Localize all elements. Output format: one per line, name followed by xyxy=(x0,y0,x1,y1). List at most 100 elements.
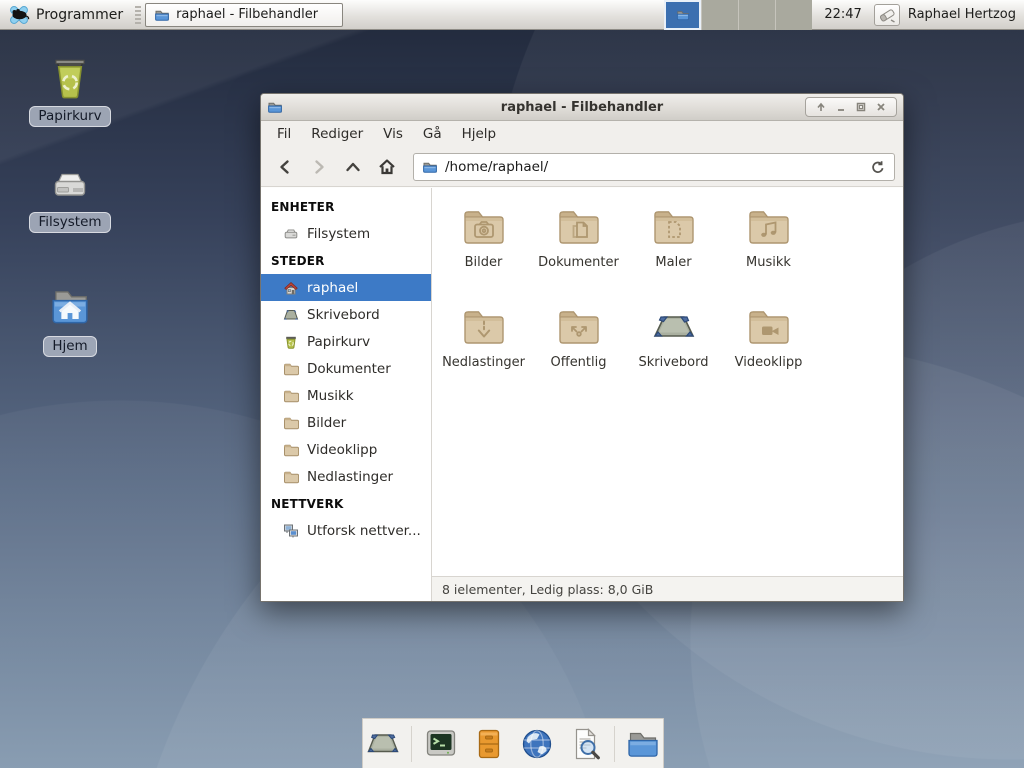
show-desktop-button[interactable] xyxy=(363,724,402,764)
file-search-launcher[interactable] xyxy=(566,724,605,764)
up-icon xyxy=(344,158,362,176)
folder-public-icon xyxy=(555,302,603,350)
file-item-musikk[interactable]: Musikk xyxy=(723,202,815,302)
sidebar-header-network: NETTVERK xyxy=(261,490,431,517)
file-cabinet-icon xyxy=(471,726,507,762)
taskbar-window-button[interactable]: raphael - Filbehandler xyxy=(145,3,343,27)
hard-drive-icon xyxy=(283,226,299,242)
menu-help[interactable]: Hjelp xyxy=(452,123,507,145)
desktop-icon-label: Hjem xyxy=(43,336,96,357)
menu-go[interactable]: Gå xyxy=(413,123,452,145)
file-cabinet-launcher[interactable] xyxy=(469,724,508,764)
desktop-icon-home[interactable]: Hjem xyxy=(15,280,125,357)
sidebar: ENHETER Filsystem STEDER raphael xyxy=(261,188,432,601)
workspace-1[interactable] xyxy=(664,0,701,30)
session-menu-button[interactable] xyxy=(874,4,900,26)
menu-bar: Fil Rediger Vis Gå Hjelp xyxy=(261,121,903,147)
menu-view[interactable]: Vis xyxy=(373,123,413,145)
workspace-2[interactable] xyxy=(701,0,738,30)
xfce-logo-icon xyxy=(8,4,30,26)
workspace-3[interactable] xyxy=(738,0,775,30)
status-bar: 8 ielementer, Ledig plass: 8,0 GiB xyxy=(432,576,903,601)
sidebar-item-raphael[interactable]: raphael xyxy=(261,274,431,301)
folder-templates-icon xyxy=(650,202,698,250)
file-search-icon xyxy=(567,726,603,762)
workspace-4[interactable] xyxy=(775,0,812,30)
desktop-icon xyxy=(283,307,299,323)
sidebar-item-papirkurv[interactable]: Papirkurv xyxy=(261,328,431,355)
sidebar-header-places: STEDER xyxy=(261,247,431,274)
up-button[interactable] xyxy=(337,152,369,182)
workspace-window-thumb xyxy=(675,8,691,22)
sidebar-item-nedlastinger[interactable]: Nedlastinger xyxy=(261,463,431,490)
window-controls xyxy=(805,97,897,117)
show-desktop-icon xyxy=(365,726,401,762)
folder-icon xyxy=(283,361,299,377)
bottom-dock xyxy=(362,718,664,768)
file-item-offentlig[interactable]: Offentlig xyxy=(533,302,625,402)
reload-icon[interactable] xyxy=(870,159,886,175)
hard-drive-icon xyxy=(44,160,96,208)
sidebar-item-dokumenter[interactable]: Dokumenter xyxy=(261,355,431,382)
toolbar: /home/raphael/ xyxy=(261,147,903,187)
panel-grip xyxy=(135,6,141,24)
globe-icon xyxy=(519,726,555,762)
location-path: /home/raphael/ xyxy=(445,159,863,175)
folder-downloads-icon xyxy=(460,302,508,350)
terminal-icon xyxy=(423,726,459,762)
folder-videos-icon xyxy=(745,302,793,350)
file-item-nedlastinger[interactable]: Nedlastinger xyxy=(438,302,530,402)
network-icon xyxy=(283,523,299,539)
panel-user-name: Raphael Hertzog xyxy=(908,7,1016,22)
close-button[interactable] xyxy=(872,99,890,115)
taskbar-window-label: raphael - Filbehandler xyxy=(176,7,318,22)
window-titlebar[interactable]: raphael - Filbehandler xyxy=(261,94,903,121)
file-item-bilder[interactable]: Bilder xyxy=(438,202,530,302)
shade-button[interactable] xyxy=(812,99,830,115)
file-item-skrivebord[interactable]: Skrivebord xyxy=(628,302,720,402)
desktop-icon-label: Filsystem xyxy=(29,212,110,233)
file-grid: Bilder Dokumenter xyxy=(432,188,903,576)
sidebar-header-devices: ENHETER xyxy=(261,193,431,220)
sidebar-item-filesystem[interactable]: Filsystem xyxy=(261,220,431,247)
dock-separator xyxy=(411,726,412,762)
sidebar-item-musikk[interactable]: Musikk xyxy=(261,382,431,409)
folder-icon xyxy=(283,442,299,458)
folder-icon xyxy=(283,388,299,404)
desktop-icon-label: Papirkurv xyxy=(29,106,110,127)
desktop-icon xyxy=(650,302,698,350)
applications-menu-button[interactable]: Programmer xyxy=(6,0,131,29)
workspace-pager xyxy=(664,0,812,30)
file-manager-launcher[interactable] xyxy=(624,724,663,764)
desktop-icon-filesystem[interactable]: Filsystem xyxy=(15,160,125,233)
sidebar-item-skrivebord[interactable]: Skrivebord xyxy=(261,301,431,328)
trash-icon xyxy=(44,50,96,102)
sidebar-item-videoklipp[interactable]: Videoklipp xyxy=(261,436,431,463)
location-bar[interactable]: /home/raphael/ xyxy=(413,153,895,181)
eraser-icon xyxy=(878,7,896,23)
file-item-dokumenter[interactable]: Dokumenter xyxy=(533,202,625,302)
sidebar-item-bilder[interactable]: Bilder xyxy=(261,409,431,436)
sidebar-item-network[interactable]: Utforsk nettver... xyxy=(261,517,431,544)
menu-edit[interactable]: Rediger xyxy=(301,123,373,145)
forward-button[interactable] xyxy=(303,152,335,182)
file-manager-window: raphael - Filbehandler Fil Rediger Vis G… xyxy=(260,93,904,602)
trash-icon xyxy=(283,334,299,350)
home-icon xyxy=(377,157,397,177)
minimize-button[interactable] xyxy=(832,99,850,115)
file-item-maler[interactable]: Maler xyxy=(628,202,720,302)
file-view: Bilder Dokumenter xyxy=(432,188,903,601)
menu-file[interactable]: Fil xyxy=(267,123,301,145)
maximize-button[interactable] xyxy=(852,99,870,115)
panel-clock[interactable]: 22:47 xyxy=(820,7,865,22)
location-folder-icon xyxy=(422,159,438,175)
file-item-videoklipp[interactable]: Videoklipp xyxy=(723,302,815,402)
home-button[interactable] xyxy=(371,152,403,182)
applications-menu-label: Programmer xyxy=(36,7,123,23)
window-folder-icon xyxy=(154,7,170,23)
back-button[interactable] xyxy=(269,152,301,182)
desktop-icon-trash[interactable]: Papirkurv xyxy=(15,50,125,127)
web-browser-launcher[interactable] xyxy=(518,724,557,764)
back-icon xyxy=(276,158,294,176)
terminal-launcher[interactable] xyxy=(421,724,460,764)
